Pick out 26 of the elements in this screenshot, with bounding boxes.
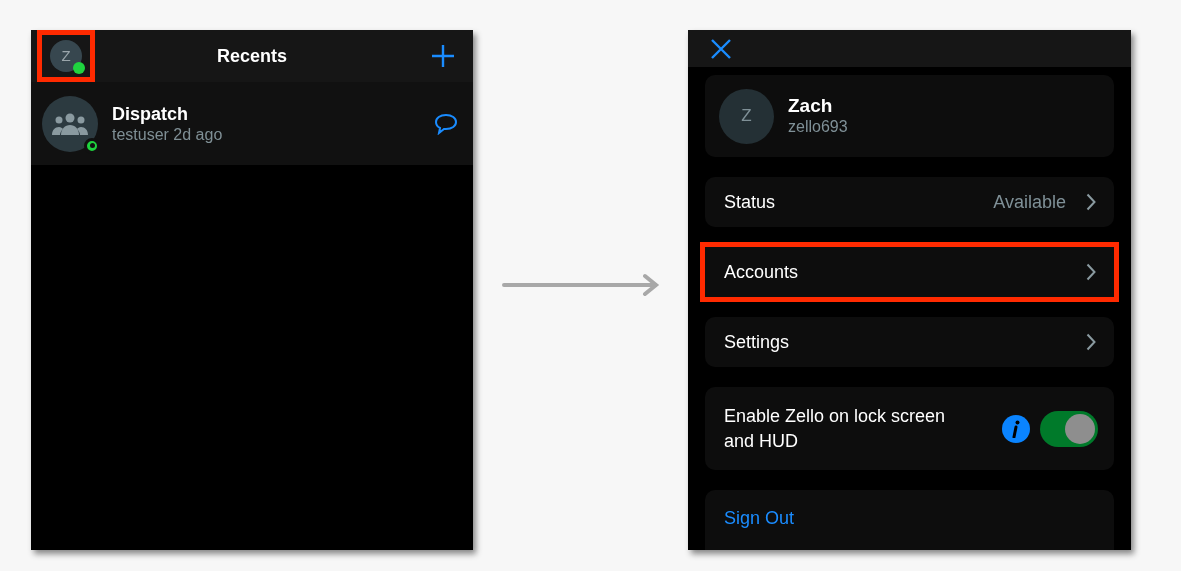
toggle-switch[interactable] — [1040, 410, 1098, 447]
close-icon — [710, 37, 732, 60]
contact-name: Dispatch — [112, 102, 190, 125]
profile-name: Zach — [788, 95, 834, 117]
close-button[interactable] — [710, 37, 732, 60]
avatar-button[interactable]: Z — [50, 40, 82, 72]
contact-subtitle: testuser 2d ago — [112, 124, 223, 145]
menu-item[interactable]: Settings — [705, 317, 1114, 367]
avatar-initial: Z — [61, 45, 71, 66]
sign-out-link[interactable]: Sign Out — [724, 505, 795, 532]
menu-item[interactable]: Status Available — [705, 177, 1114, 227]
status-value: Available — [993, 190, 1066, 214]
info-icon[interactable] — [1002, 414, 1030, 443]
people-icon — [52, 112, 88, 135]
chevron-right-icon — [1086, 263, 1096, 281]
toggle-label: Enable Zello on lock screen and HUD — [724, 404, 947, 453]
avatar-initial: Z — [741, 105, 752, 128]
profile-username: zello693 — [788, 117, 848, 137]
chat-bubble-icon[interactable] — [434, 112, 458, 135]
add-icon — [431, 44, 455, 68]
chevron-right-icon — [1086, 333, 1096, 351]
arrow-icon — [500, 273, 661, 297]
add-button[interactable] — [431, 44, 455, 68]
recent-item[interactable]: Dispatch testuser 2d ago — [31, 82, 473, 165]
screen-title: Recents — [217, 44, 287, 68]
chevron-right-icon — [1086, 193, 1096, 211]
